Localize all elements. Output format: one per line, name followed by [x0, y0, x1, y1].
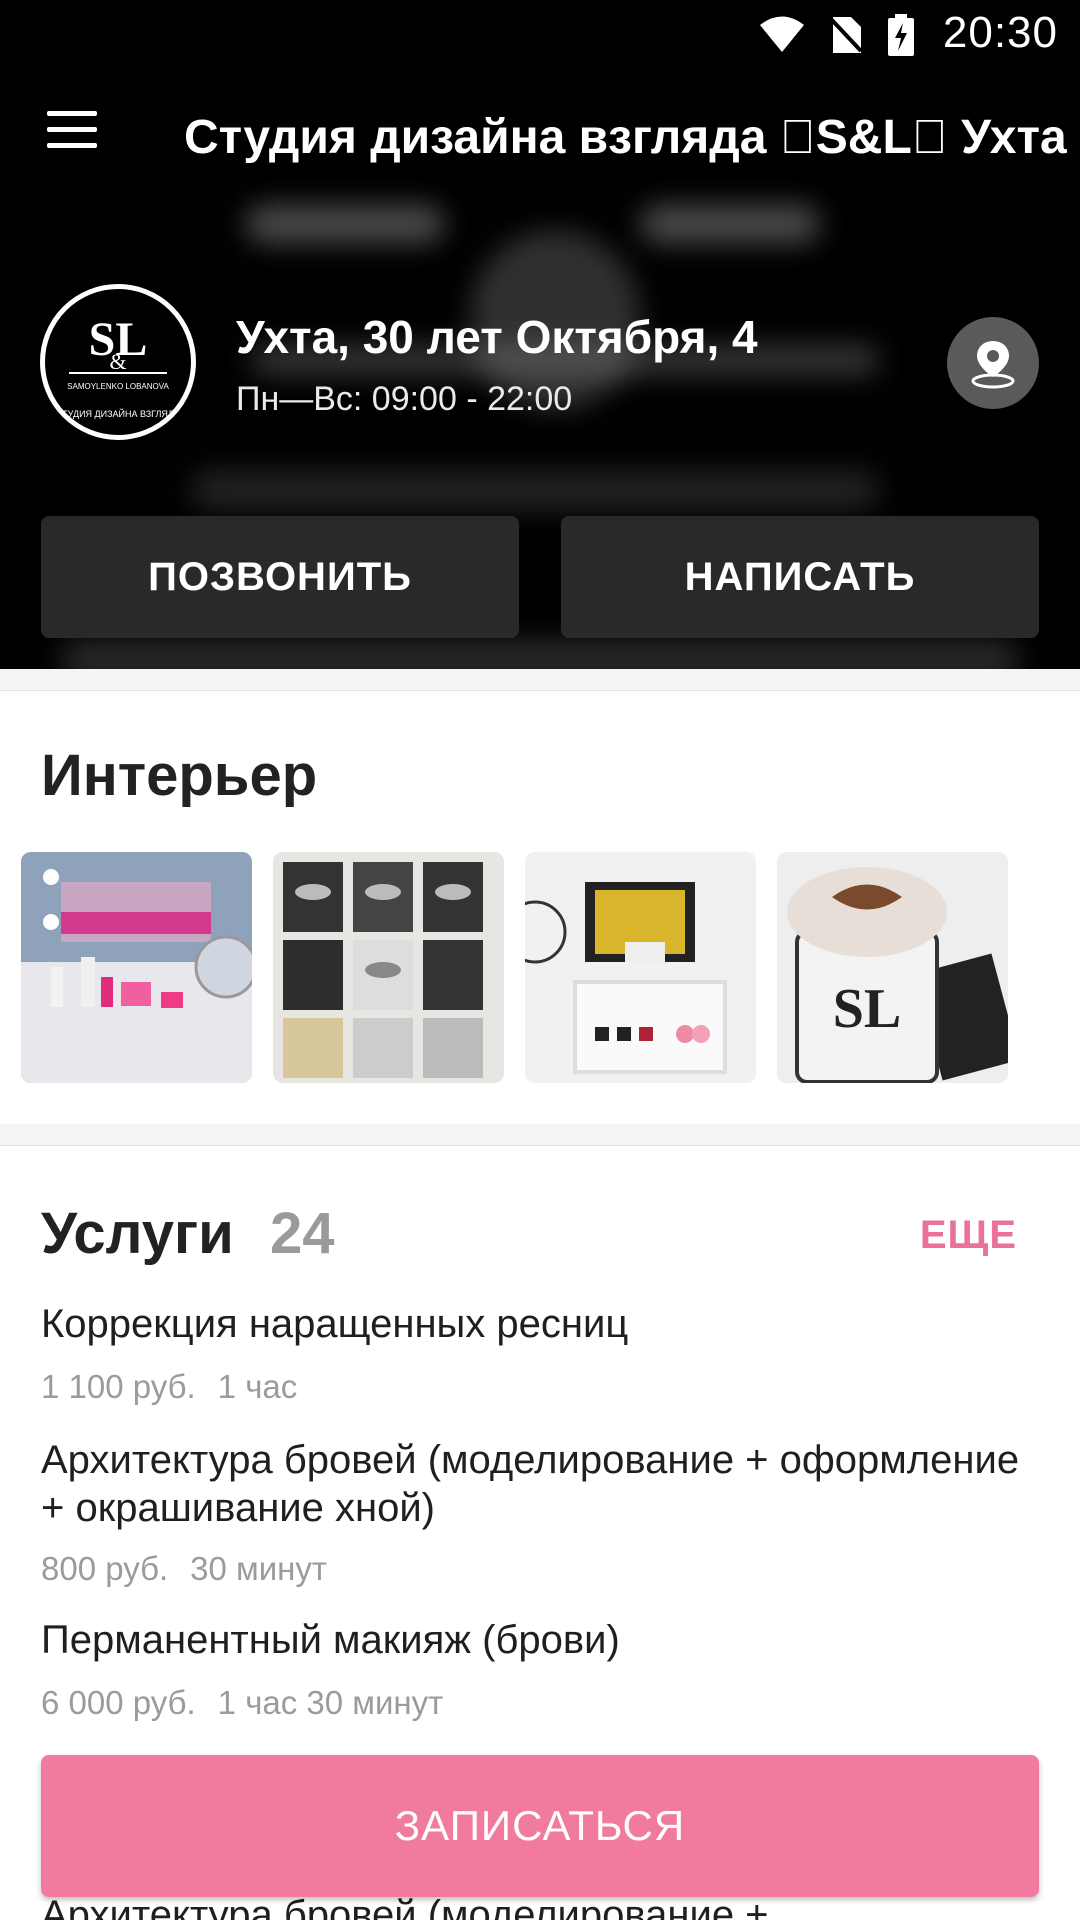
more-services-link[interactable]: ЕЩЕ — [920, 1213, 1017, 1258]
book-appointment-button[interactable]: ЗАПИСАТЬСЯ — [41, 1755, 1039, 1897]
menu-icon[interactable] — [40, 111, 104, 163]
svg-text:&: & — [109, 349, 126, 374]
services-title: Услуги — [41, 1201, 234, 1266]
status-time: 20:30 — [942, 8, 1058, 57]
app-bar: Студия дизайна взгляда  S&L  Ухта — [0, 66, 1080, 208]
interior-photos: SL — [21, 852, 1008, 1083]
services-count: 24 — [270, 1201, 335, 1266]
call-button[interactable]: ПОЗВОНИТЬ — [41, 516, 519, 638]
service-duration: 1 час — [217, 1368, 298, 1405]
divider — [0, 669, 1080, 691]
wifi-icon — [760, 16, 804, 52]
write-button[interactable]: НАПИСАТЬ — [561, 516, 1039, 638]
service-duration: 1 час 30 минут — [217, 1684, 444, 1721]
interior-photo[interactable] — [21, 852, 252, 1083]
svg-text:SL: SL — [833, 978, 902, 1040]
service-price: 1 100 руб. — [41, 1368, 196, 1405]
interior-photo[interactable]: SL — [777, 852, 1008, 1083]
map-location-button[interactable] — [947, 317, 1039, 409]
svg-text:СТУДИЯ ДИЗАЙНА ВЗГЛЯДА: СТУДИЯ ДИЗАЙНА ВЗГЛЯДА — [56, 408, 180, 419]
map-pin-icon — [971, 341, 1015, 389]
service-meta: 6 000 руб. 1 час 30 минут — [41, 1684, 443, 1722]
battery-charging-icon — [888, 14, 914, 56]
salon-logo: SL & SAMOYLENKO LOBANOVA СТУДИЯ ДИЗАЙНА … — [40, 284, 196, 440]
service-duration: 30 минут — [190, 1550, 327, 1587]
interior-photo[interactable] — [525, 852, 756, 1083]
service-name[interactable]: Архитектура бровей (моделирование + офор… — [41, 1436, 1021, 1532]
page-title: Студия дизайна взгляда  S&L  Ухта — [184, 111, 1067, 164]
service-meta: 1 100 руб. 1 час — [41, 1368, 297, 1406]
interior-title: Интерьер — [41, 743, 318, 808]
no-sim-icon — [829, 17, 863, 53]
salon-hours: Пн—Вс: 09:00 - 22:00 — [236, 380, 573, 418]
service-name[interactable]: Коррекция наращенных ресниц — [41, 1300, 1021, 1348]
salon-header: 20:30 Студия дизайна взгляда  S&L  Ухта … — [0, 0, 1080, 669]
status-bar: 20:30 — [0, 0, 1080, 66]
service-meta: 800 руб. 30 минут — [41, 1550, 327, 1588]
interior-photo[interactable] — [273, 852, 504, 1083]
divider — [0, 1124, 1080, 1146]
salon-address: Ухта, 30 лет Октября, 4 — [236, 311, 758, 363]
service-price: 800 руб. — [41, 1550, 169, 1587]
service-name-partial: Архитектура бровей (моделирование + — [41, 1893, 769, 1920]
svg-text:SAMOYLENKO LOBANOVA: SAMOYLENKO LOBANOVA — [67, 382, 169, 391]
service-price: 6 000 руб. — [41, 1684, 196, 1721]
service-name[interactable]: Перманентный макияж (брови) — [41, 1616, 1021, 1664]
